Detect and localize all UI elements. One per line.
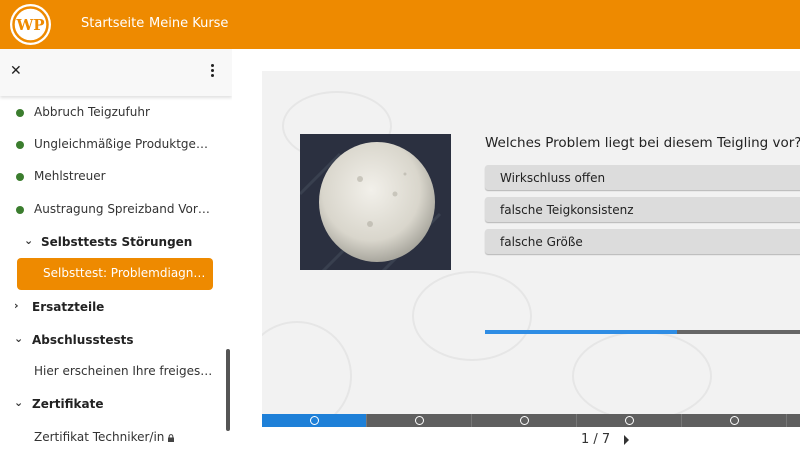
main-content: Welches Problem liegt bei diesem Teiglin…: [232, 49, 800, 450]
answer-option-wirkschluss[interactable]: Wirkschluss offen: [485, 165, 800, 190]
sidebar-item-label: Zertifikat Techniker/in: [34, 430, 214, 444]
chevron-down-icon: ⌄: [14, 332, 24, 345]
sidebar-item-spreizband[interactable]: Austragung Spreizband Vorbau: [0, 197, 220, 221]
next-slide-icon[interactable]: [623, 434, 631, 446]
sidebar-item-label: Selbsttest: Problemdiagnos…: [43, 266, 207, 280]
sidebar-header: ✕: [0, 49, 232, 96]
step-dot-icon: [625, 416, 634, 425]
sidebar-item-zertifikat-techniker[interactable]: Zertifikat Techniker/in: [0, 425, 220, 449]
sidebar-item-label: Mehlstreuer: [34, 169, 106, 183]
answer-label: Wirkschluss offen: [500, 171, 606, 185]
quiz-stage: Welches Problem liegt bei diesem Teiglin…: [262, 71, 800, 414]
nav-link-startseite[interactable]: Startseite: [81, 16, 144, 31]
sidebar-item-label: Ungleichmäßige Produktgewic…: [34, 137, 214, 151]
sidebar-item-label: Abbruch Teigzufuhr: [34, 105, 150, 119]
completed-dot-icon: [16, 109, 24, 117]
sidebar-section-label: Ersatzteile: [32, 300, 105, 314]
wp-logo[interactable]: WP: [10, 4, 51, 45]
slide-step-2[interactable]: [367, 414, 472, 427]
lock-icon: [168, 433, 175, 442]
step-dot-icon: [415, 416, 424, 425]
sidebar-section-label: Zertifikate: [32, 397, 104, 411]
dough-ball-image: [300, 134, 451, 270]
logo-mark-icon: WP: [12, 6, 49, 43]
sidebar-section-selbsttests[interactable]: ⌄ Selbsttests Störungen: [0, 230, 220, 254]
sidebar-item-mehlstreuer[interactable]: Mehlstreuer: [0, 164, 220, 188]
answer-option-groesse[interactable]: falsche Größe: [485, 229, 800, 254]
slide-step-3[interactable]: [472, 414, 577, 427]
sidebar-item-produktgewicht[interactable]: Ungleichmäßige Produktgewic…: [0, 132, 220, 156]
answer-label: falsche Größe: [500, 235, 583, 249]
slide-step-1[interactable]: [262, 414, 367, 427]
sidebar-scrollbar[interactable]: [226, 349, 230, 431]
step-dot-icon: [730, 416, 739, 425]
sidebar-section-abschlusstests[interactable]: ⌄ Abschlusstests: [0, 328, 220, 352]
slide-step-4[interactable]: [577, 414, 682, 427]
quiz-question: Welches Problem liegt bei diesem Teiglin…: [485, 135, 800, 151]
sidebar-item-active-selbsttest[interactable]: Selbsttest: Problemdiagnos…: [17, 258, 213, 290]
completed-dot-icon: [16, 141, 24, 149]
top-bar: WP Startseite Meine Kurse: [0, 0, 800, 49]
completed-dot-icon: [16, 173, 24, 181]
background-bread-pattern: [412, 271, 532, 361]
background-bread-pattern: [572, 331, 712, 414]
sidebar-section-zertifikate[interactable]: ⌄ Zertifikate: [0, 392, 220, 416]
slide-pager: 1 / 7: [581, 432, 611, 447]
sidebar-item-label: Austragung Spreizband Vorbau: [34, 202, 214, 216]
sidebar-item-abbruch-teigzufuhr[interactable]: Abbruch Teigzufuhr: [0, 100, 220, 124]
chevron-down-icon: ⌄: [14, 396, 24, 409]
chevron-down-icon: ⌄: [24, 234, 34, 247]
slide-step-6[interactable]: [787, 414, 800, 427]
background-bread-pattern: [262, 321, 352, 414]
completed-dot-icon: [16, 206, 24, 214]
question-progress-bar: [485, 330, 800, 334]
sidebar-section-ersatzteile[interactable]: › Ersatzteile: [0, 295, 220, 319]
answer-label: falsche Teigkonsistenz: [500, 203, 634, 217]
question-progress-fill: [485, 330, 677, 334]
step-dot-icon: [310, 416, 319, 425]
sidebar-item-label: Hier erscheinen Ihre freigesch…: [34, 364, 214, 378]
slide-navigation-bar: [262, 414, 800, 427]
close-icon[interactable]: ✕: [10, 64, 24, 78]
sidebar-section-label: Abschlusstests: [32, 333, 134, 347]
course-sidebar: ✕ Abbruch Teigzufuhr Ungleichmäßige Prod…: [0, 49, 232, 450]
slide-step-5[interactable]: [682, 414, 787, 427]
answer-option-teigkonsistenz[interactable]: falsche Teigkonsistenz: [485, 197, 800, 222]
chevron-right-icon: ›: [14, 299, 19, 312]
step-dot-icon: [520, 416, 529, 425]
nav-link-meine-kurse[interactable]: Meine Kurse: [149, 16, 228, 31]
more-options-icon[interactable]: [209, 63, 215, 81]
sidebar-item-freigeschaltet[interactable]: Hier erscheinen Ihre freigesch…: [0, 359, 220, 383]
sidebar-section-label: Selbsttests Störungen: [41, 235, 193, 249]
sidebar-item-text: Zertifikat Techniker/in: [34, 430, 165, 444]
logo-text: WP: [15, 16, 44, 34]
